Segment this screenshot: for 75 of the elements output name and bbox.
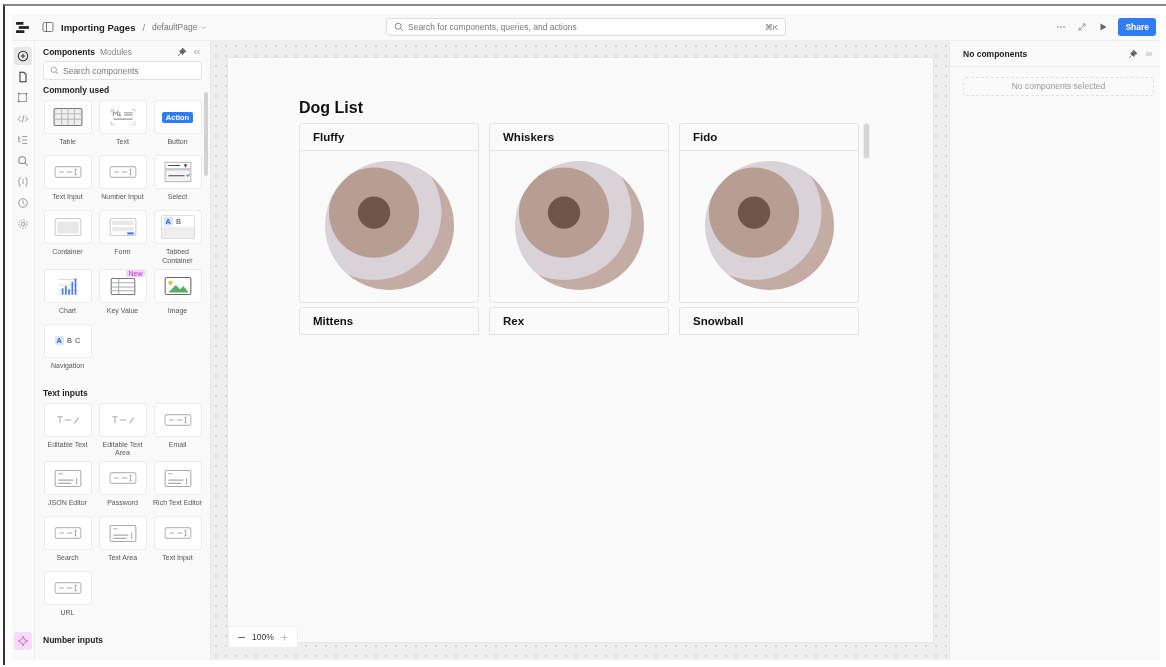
search-bar[interactable]: Search for components, queries, and actions ⌘K (386, 18, 786, 36)
logo-icon[interactable] (16, 21, 29, 33)
component-tile[interactable] (98, 155, 147, 189)
zoom-in-icon[interactable] (279, 632, 289, 642)
component-tile[interactable] (98, 461, 147, 495)
editor-icon (162, 467, 193, 489)
plus-circle-icon (17, 50, 29, 62)
breadcrumb-separator: / (142, 21, 146, 33)
sidebar-toggle-icon[interactable] (42, 21, 54, 33)
empty-state: No components selected (963, 77, 1154, 96)
search-icon (50, 66, 59, 75)
page-dropdown[interactable]: defaultPage (152, 22, 208, 32)
chevron-down-icon (200, 23, 208, 31)
component-tile[interactable] (153, 155, 202, 189)
tree-list-icon (17, 134, 29, 146)
code-icon (17, 113, 29, 125)
component-tile[interactable] (153, 516, 202, 550)
collapse-icon[interactable] (192, 47, 202, 57)
component-tile[interactable] (98, 402, 147, 437)
container-icon (52, 216, 83, 238)
selection-box-icon (17, 92, 29, 104)
expand-icon[interactable] (1076, 21, 1089, 33)
inspector-title: No components (963, 48, 1029, 59)
clock-icon (17, 197, 29, 209)
component-tile[interactable] (43, 516, 92, 550)
component-tile[interactable] (43, 155, 92, 189)
component-tile[interactable] (43, 210, 92, 244)
search-input[interactable]: Search for components, queries, and actions (408, 22, 761, 32)
section-heading: Commonly used (43, 85, 111, 95)
dog-name: Whiskers (490, 124, 668, 151)
dog-name: Fido (680, 124, 858, 151)
shortcut-hint: ⌘K (764, 22, 778, 32)
component-tile[interactable] (43, 100, 92, 134)
search-icon (17, 155, 29, 167)
dog-name: Mittens (300, 308, 478, 335)
sidebar-button[interactable] (14, 47, 32, 65)
select-icon (162, 161, 193, 183)
component-tile[interactable] (98, 516, 147, 550)
component-tile[interactable] (153, 402, 202, 437)
component-tile[interactable] (43, 402, 92, 437)
dog-name: Fluffy (300, 124, 478, 151)
pin-icon[interactable] (177, 47, 187, 57)
project-name[interactable]: Importing Pages (61, 21, 136, 33)
component-tile[interactable] (153, 461, 202, 495)
list-title: Dog List (299, 99, 364, 117)
braces-icon (17, 176, 29, 188)
editor-icon (107, 522, 138, 544)
file-icon (17, 71, 29, 83)
scrollbar-thumb[interactable] (863, 123, 870, 159)
pin-icon[interactable] (1128, 48, 1138, 59)
editor-icon (52, 467, 83, 489)
component-tile[interactable] (43, 571, 92, 605)
search-input[interactable]: Search components (63, 65, 195, 76)
component-tile[interactable] (98, 210, 147, 244)
dog-name: Snowball (680, 308, 858, 335)
search-icon (394, 22, 404, 32)
dog-name: Rex (490, 308, 668, 335)
table-icon (52, 106, 83, 128)
components-search-field[interactable]: Search components (43, 61, 202, 80)
form-icon (107, 216, 138, 238)
zoom-level: 100% (252, 632, 274, 642)
sparkle-button[interactable] (14, 632, 32, 650)
scrollbar-thumb[interactable] (204, 92, 208, 176)
component-tile[interactable] (43, 268, 92, 303)
share-button[interactable]: Share (1118, 18, 1156, 36)
image-icon (162, 274, 193, 297)
section-heading: Number inputs (43, 635, 104, 645)
settings-icon (17, 218, 29, 230)
component-tile[interactable] (153, 268, 202, 303)
section-heading: Text inputs (43, 387, 89, 398)
component-tile[interactable] (43, 461, 92, 495)
panel-tab[interactable]: Components (43, 47, 95, 57)
component-tile[interactable] (98, 100, 147, 134)
panel-tab[interactable]: Modules (99, 47, 133, 57)
sparkle-icon (17, 635, 29, 647)
